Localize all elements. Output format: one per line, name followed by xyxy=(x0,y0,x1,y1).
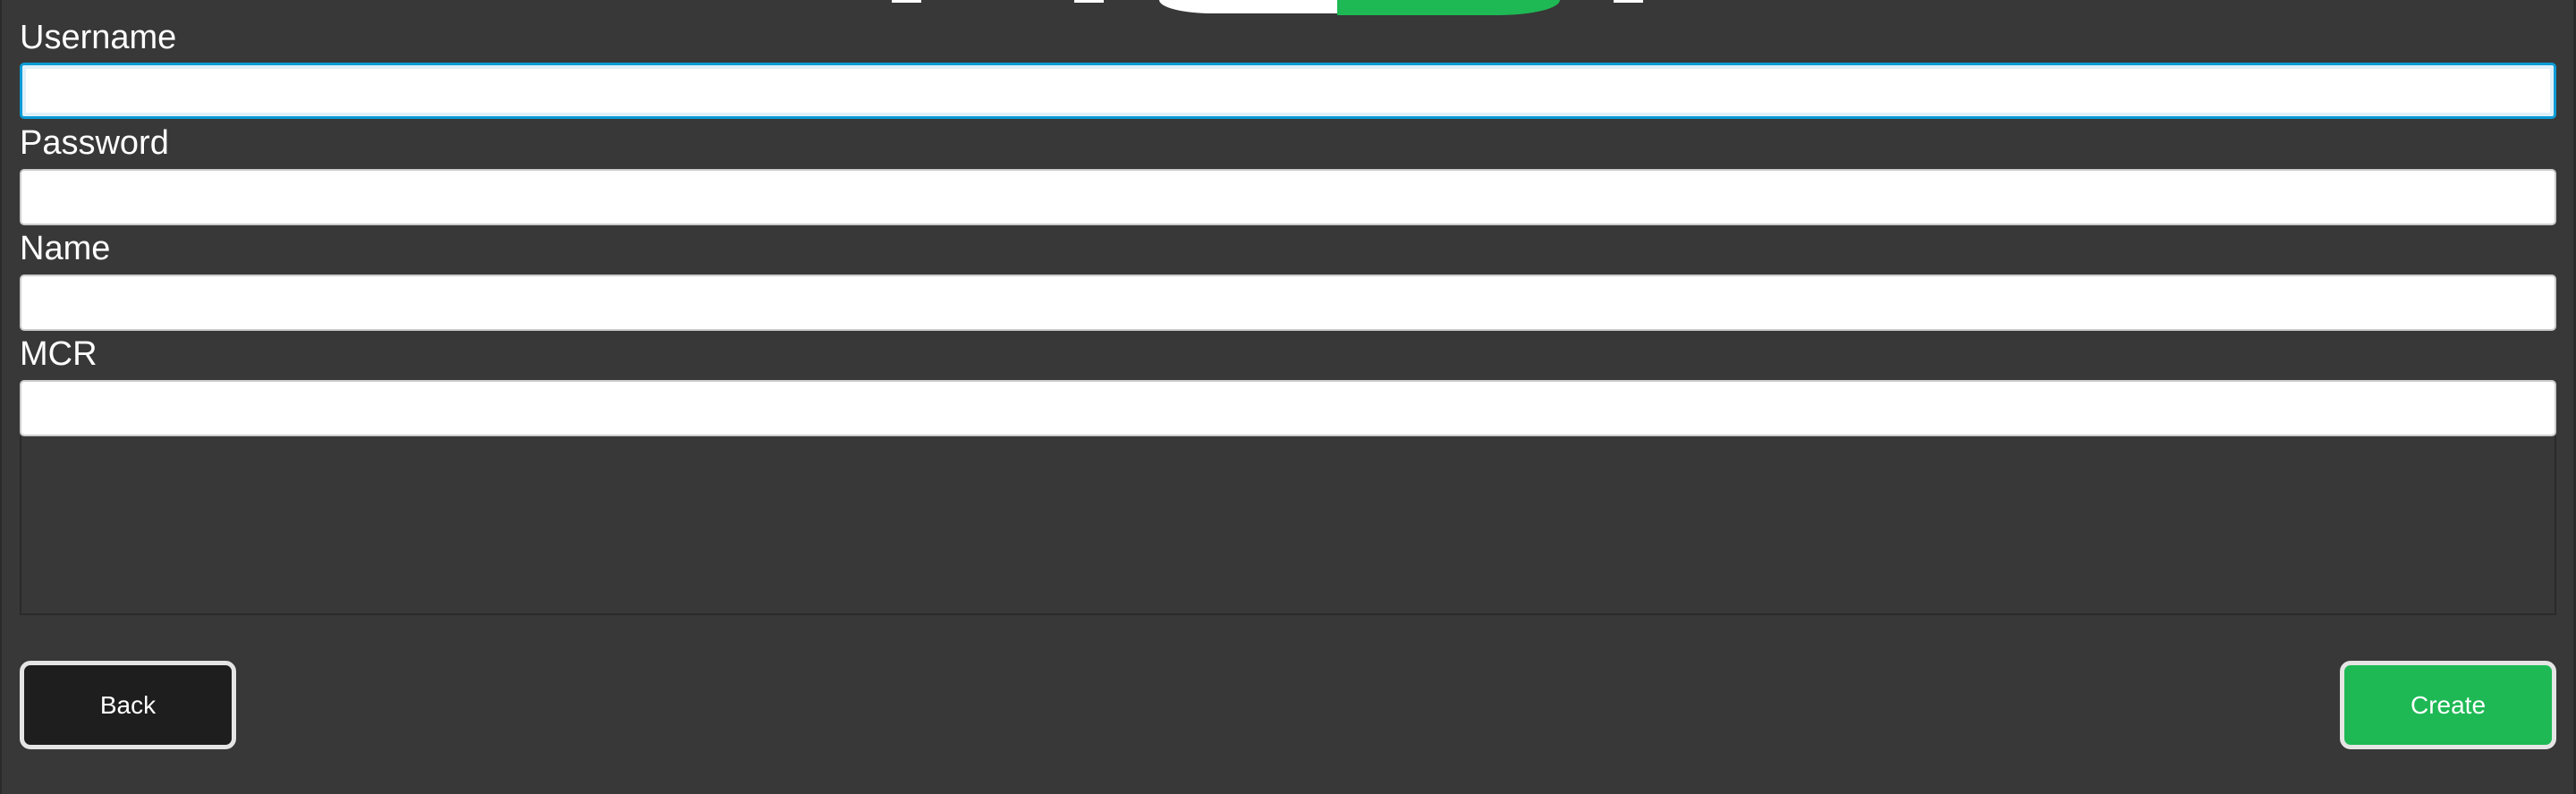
name-label: Name xyxy=(20,230,111,267)
password-label: Password xyxy=(20,124,169,162)
create-button[interactable]: Create xyxy=(2340,661,2556,749)
empty-panel xyxy=(20,436,2556,615)
username-input[interactable] xyxy=(20,63,2556,119)
toggle-switch-on-part[interactable] xyxy=(1337,0,1560,15)
password-input[interactable] xyxy=(20,169,2556,225)
mcr-label: MCR xyxy=(20,335,97,373)
left-border xyxy=(0,0,2,794)
mcr-input[interactable] xyxy=(20,380,2556,436)
header-fragment xyxy=(1074,0,1104,3)
username-label: Username xyxy=(20,19,177,56)
name-input[interactable] xyxy=(20,275,2556,331)
header-fragment xyxy=(892,0,921,3)
header-fragment xyxy=(1614,0,1643,3)
back-button[interactable]: Back xyxy=(20,661,236,749)
